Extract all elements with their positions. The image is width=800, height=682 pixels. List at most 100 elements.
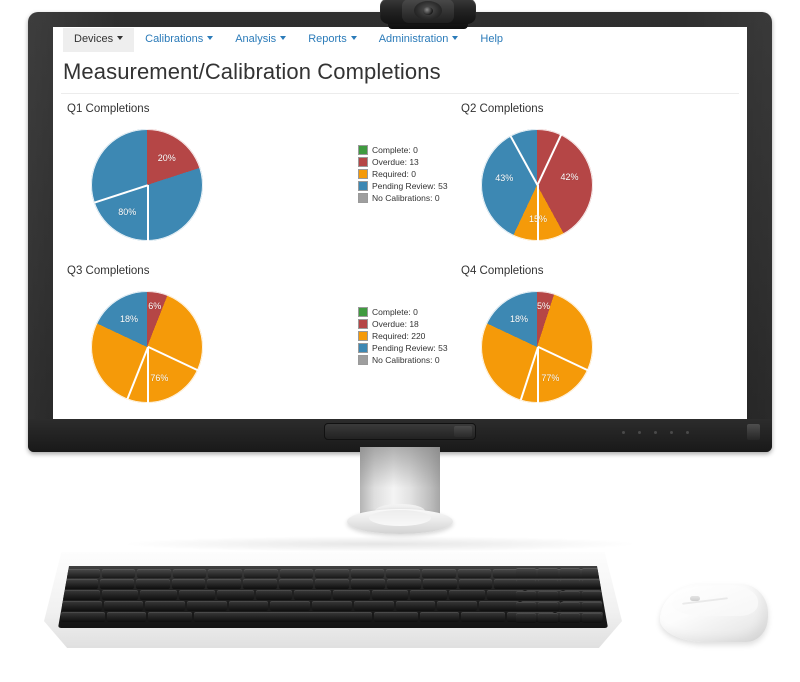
pie-chart-q2[interactable] — [481, 129, 593, 241]
legend-item[interactable]: No Calibrations: 0 — [358, 193, 448, 203]
keyboard-key-space[interactable] — [194, 612, 372, 622]
menu-item-help[interactable]: Help — [469, 28, 514, 52]
legend-item[interactable]: Overdue: 18 — [358, 319, 448, 329]
keyboard-key[interactable] — [270, 601, 311, 611]
keyboard-key[interactable] — [386, 569, 420, 578]
monitor-control-dots[interactable] — [622, 430, 702, 436]
keyboard-key-deck[interactable] — [58, 566, 608, 628]
legend-item[interactable]: Overdue: 13 — [358, 157, 448, 167]
keyboard-key[interactable] — [61, 612, 106, 622]
keyboard-key[interactable] — [255, 590, 293, 600]
keyboard-key[interactable] — [386, 579, 421, 589]
keyboard-numpad-key[interactable] — [560, 579, 580, 589]
keyboard-key[interactable] — [63, 590, 100, 600]
keyboard-key[interactable] — [135, 579, 170, 589]
legend-item[interactable]: Complete: 0 — [358, 307, 448, 317]
legend-item[interactable]: Pending Review: 53 — [358, 181, 448, 191]
keyboard-key[interactable] — [244, 569, 278, 578]
keyboard-key[interactable] — [333, 590, 370, 600]
keyboard-numpad-key[interactable] — [538, 590, 558, 601]
keyboard-key[interactable] — [107, 612, 147, 622]
keyboard-key[interactable] — [187, 601, 227, 611]
keyboard-numpad-key[interactable] — [516, 568, 536, 578]
keyboard-key[interactable] — [315, 579, 349, 589]
keyboard-key[interactable] — [172, 569, 207, 578]
keyboard-numpad-key[interactable] — [538, 579, 558, 589]
keyboard-key[interactable] — [207, 579, 242, 589]
keyboard-key[interactable] — [101, 590, 139, 600]
keyboard-key[interactable] — [350, 569, 385, 578]
legend-swatch-icon — [358, 355, 368, 365]
keyboard-key[interactable] — [279, 569, 314, 578]
keyboard-key[interactable] — [294, 590, 331, 600]
keyboard[interactable] — [44, 552, 622, 648]
mouse-scroll-wheel[interactable] — [690, 596, 700, 601]
keyboard-key[interactable] — [145, 601, 186, 611]
keyboard-numpad-key[interactable] — [560, 601, 580, 612]
keyboard-key[interactable] — [228, 601, 269, 611]
keyboard-key[interactable] — [350, 579, 385, 589]
legend-item[interactable]: Pending Review: 53 — [358, 343, 448, 353]
keyboard-key[interactable] — [103, 601, 144, 611]
keyboard-key[interactable] — [99, 579, 134, 589]
keyboard-numpad-key[interactable] — [516, 601, 536, 612]
menu-item-analysis[interactable]: Analysis — [224, 28, 297, 52]
keyboard-numpad-key[interactable] — [538, 613, 558, 623]
power-button[interactable] — [747, 424, 760, 440]
keyboard-key[interactable] — [353, 601, 394, 611]
keyboard-key[interactable] — [279, 579, 314, 589]
keyboard-numpad-key[interactable] — [516, 613, 536, 623]
keyboard-key[interactable] — [62, 601, 102, 611]
keyboard-key[interactable] — [315, 569, 349, 578]
keyboard-key[interactable] — [422, 569, 456, 578]
keyboard-key[interactable] — [422, 579, 457, 589]
keyboard-numpad-key[interactable] — [516, 579, 536, 589]
keyboard-numpad-key[interactable] — [538, 601, 558, 612]
keyboard-key[interactable] — [410, 590, 447, 600]
keyboard-key[interactable] — [373, 612, 419, 622]
legend-item[interactable]: Required: 220 — [358, 331, 448, 341]
menu-item-administration[interactable]: Administration — [368, 28, 470, 52]
keyboard-key[interactable] — [148, 612, 193, 622]
keyboard-key[interactable] — [171, 579, 206, 589]
keyboard-key[interactable] — [140, 590, 177, 600]
legend-item[interactable]: Complete: 0 — [358, 145, 448, 155]
keyboard-key[interactable] — [457, 569, 492, 578]
keyboard-numpad-key[interactable] — [560, 613, 580, 623]
menu-item-calibrations[interactable]: Calibrations — [134, 28, 224, 52]
keyboard-key[interactable] — [312, 601, 352, 611]
keyboard-numpad-key[interactable] — [582, 590, 602, 601]
keyboard-key[interactable] — [101, 569, 136, 578]
keyboard-numpad-key[interactable] — [560, 590, 580, 601]
keyboard-key[interactable] — [478, 601, 519, 611]
pie-chart-q1[interactable] — [91, 129, 203, 241]
keyboard-key[interactable] — [420, 612, 459, 622]
legend-item[interactable]: Required: 0 — [358, 169, 448, 179]
keyboard-numpad-key[interactable] — [582, 613, 602, 623]
keyboard-numpad-key[interactable] — [582, 601, 602, 612]
keyboard-numpad-key[interactable] — [560, 568, 580, 578]
mouse[interactable] — [660, 578, 768, 644]
keyboard-key[interactable] — [395, 601, 436, 611]
pie-chart-q3[interactable] — [91, 291, 203, 403]
keyboard-key[interactable] — [243, 579, 278, 589]
keyboard-key[interactable] — [64, 579, 98, 589]
menu-item-reports[interactable]: Reports — [297, 28, 368, 52]
keyboard-key[interactable] — [437, 601, 477, 611]
keyboard-key[interactable] — [371, 590, 409, 600]
keyboard-numpad-key[interactable] — [582, 579, 602, 589]
keyboard-numpad-key[interactable] — [516, 590, 536, 601]
legend-swatch-icon — [358, 181, 368, 191]
keyboard-numpad-key[interactable] — [538, 568, 558, 578]
keyboard-key[interactable] — [178, 590, 216, 600]
legend-item[interactable]: No Calibrations: 0 — [358, 355, 448, 365]
keyboard-key[interactable] — [208, 569, 242, 578]
keyboard-numpad[interactable] — [516, 568, 604, 626]
keyboard-key[interactable] — [217, 590, 254, 600]
keyboard-key[interactable] — [137, 569, 171, 578]
keyboard-key[interactable] — [460, 612, 506, 622]
keyboard-key[interactable] — [66, 569, 100, 578]
keyboard-key[interactable] — [458, 579, 493, 589]
menu-item-devices[interactable]: Devices — [63, 28, 135, 52]
keyboard-key[interactable] — [448, 590, 486, 600]
